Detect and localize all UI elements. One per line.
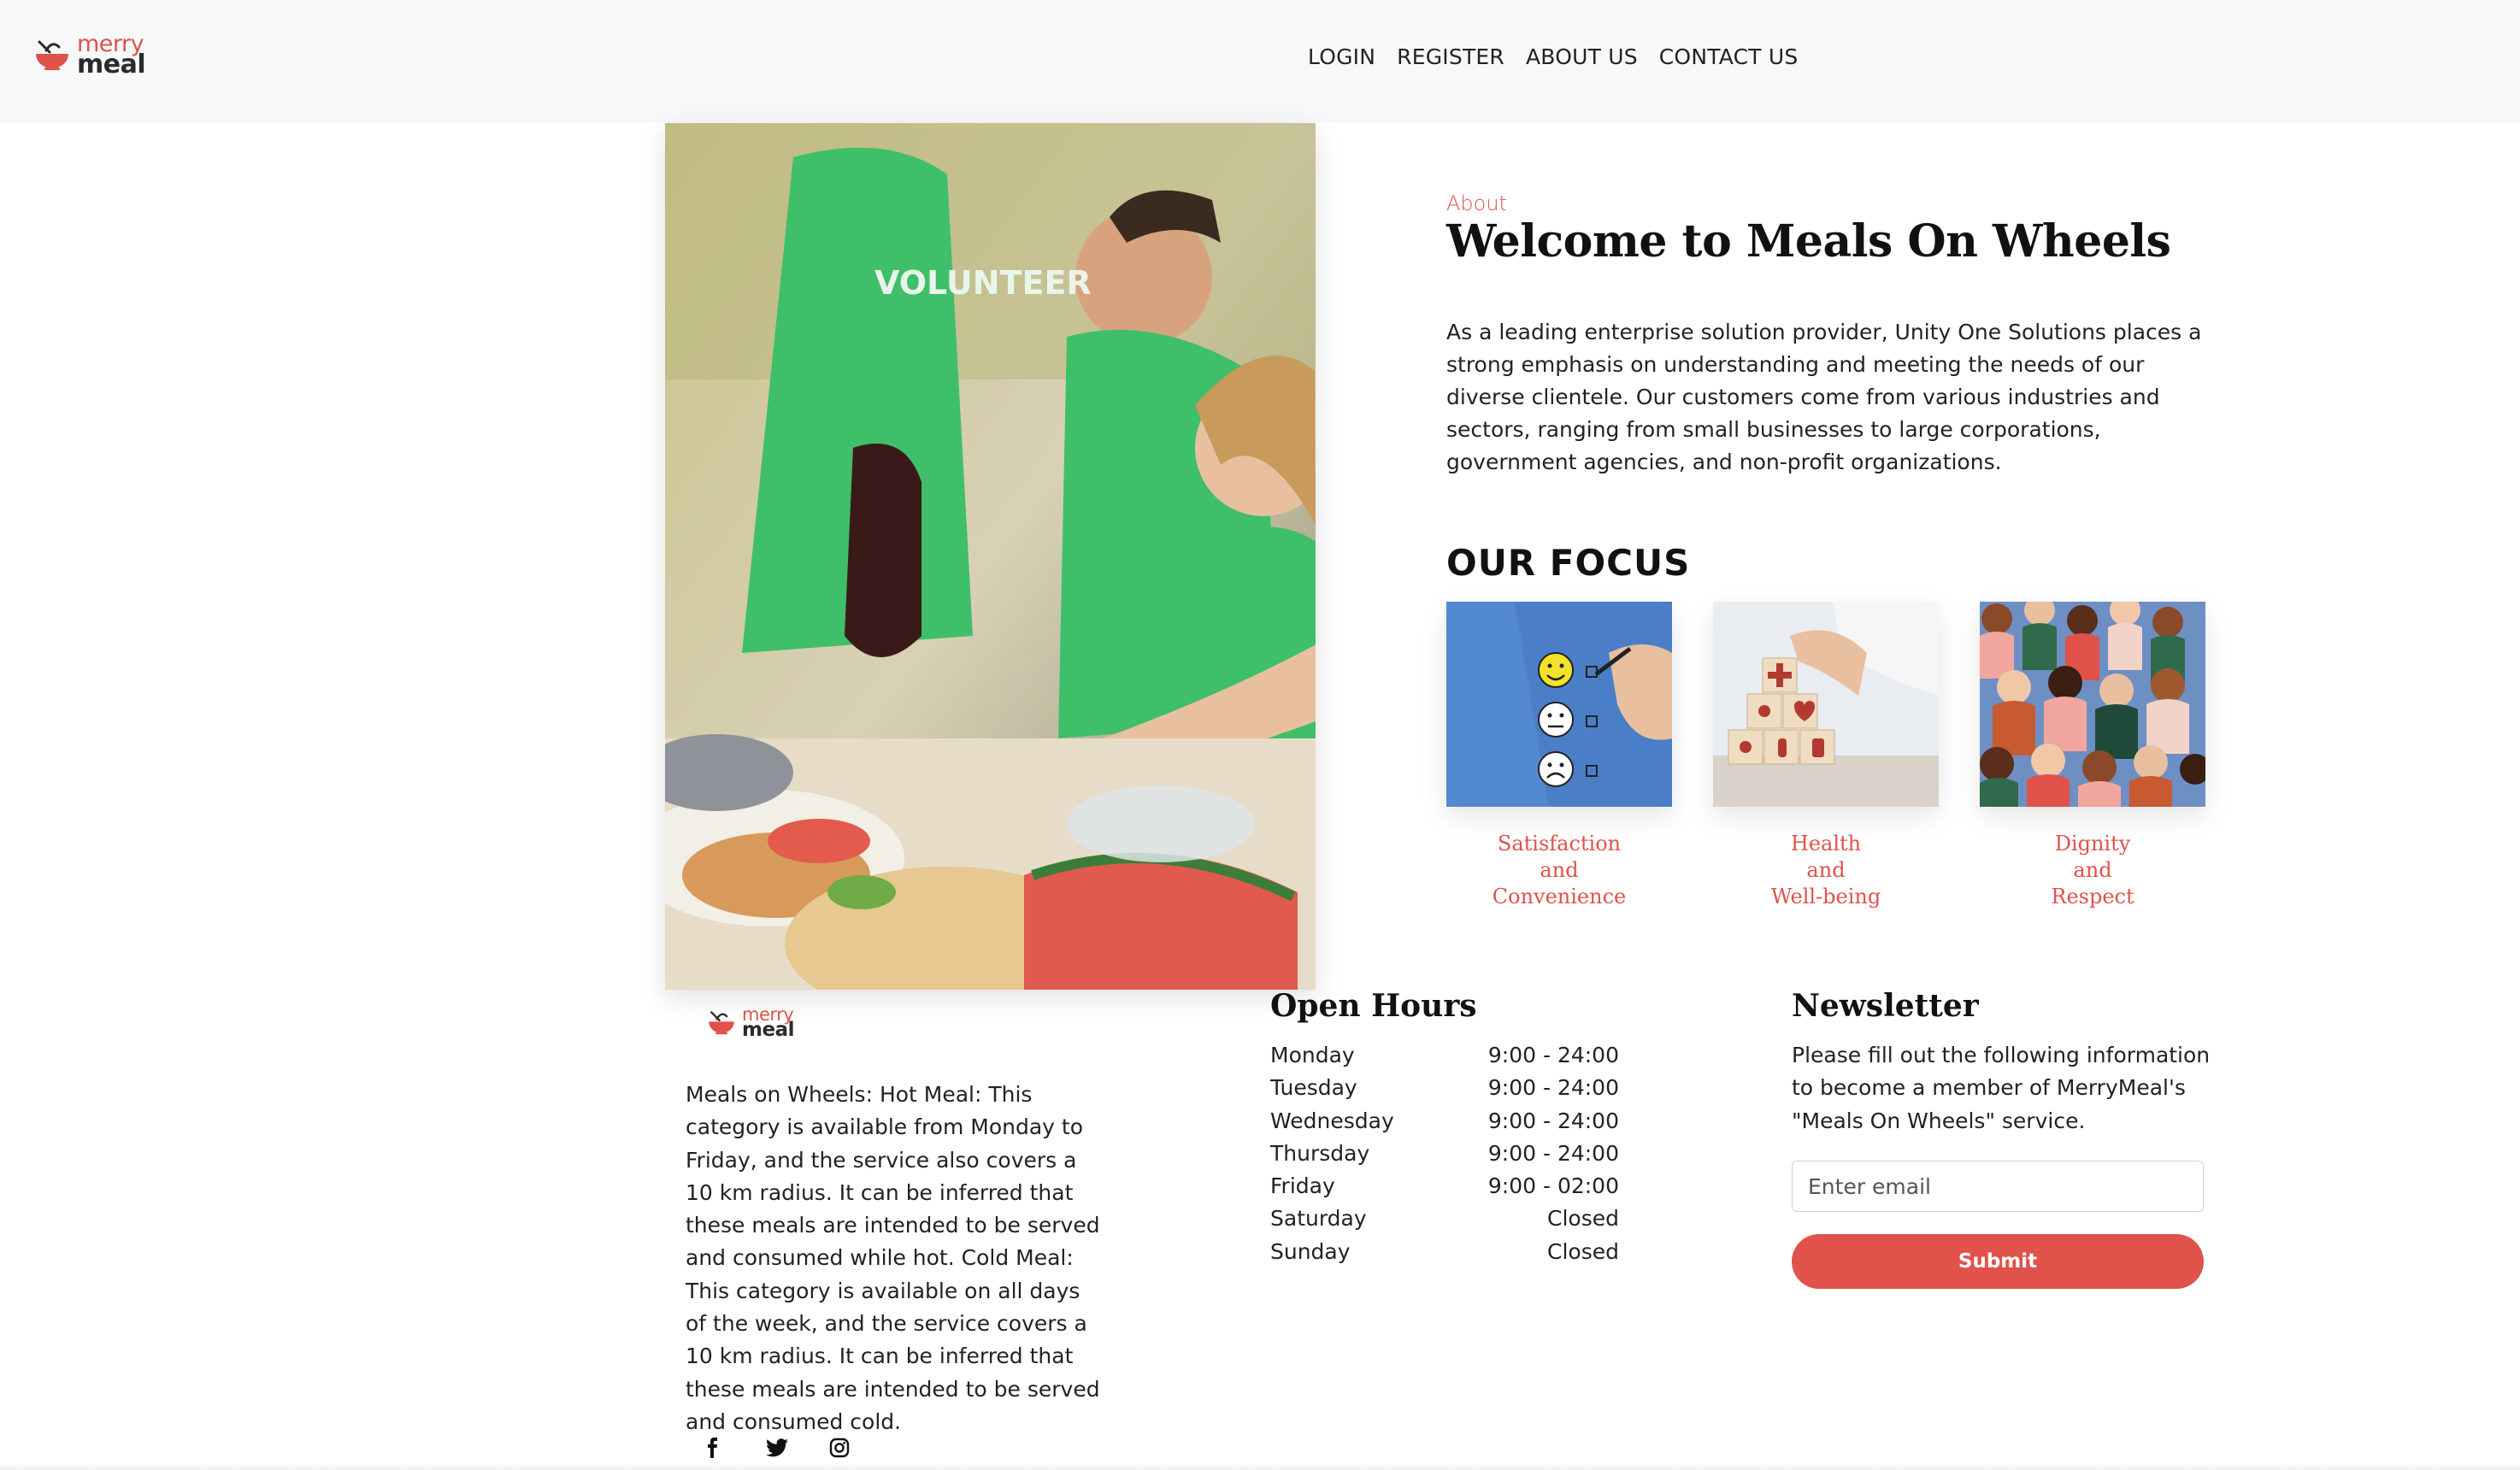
hero-volunteers-image: VOLUNTEER <box>665 123 1316 990</box>
footer-logo[interactable]: merry meal <box>706 1005 794 1042</box>
nav-about-us[interactable]: ABOUT US <box>1526 44 1638 69</box>
newsletter-title: Newsletter <box>1792 988 1979 1024</box>
focus-caption-line: and <box>2073 858 2112 882</box>
hours-time: Closed <box>1547 1206 1619 1232</box>
dignity-image <box>1980 602 2205 807</box>
hours-time: 9:00 - 24:00 <box>1487 1043 1619 1067</box>
instagram-icon[interactable] <box>829 1438 850 1458</box>
footer-description: Meals on Wheels: Hot Meal: This category… <box>686 1082 1100 1434</box>
nav-register[interactable]: REGISTER <box>1397 44 1504 69</box>
about-title: Welcome to Meals On Wheels <box>1446 215 2171 268</box>
focus-card-dignity: Dignity and Respect <box>1980 602 2205 910</box>
hours-day: Tuesday <box>1270 1075 1357 1101</box>
focus-caption-line: Well-being <box>1770 885 1881 908</box>
hours-row: Wednesday 9:00 - 24:00 <box>1270 1105 1619 1138</box>
open-hours-title: Open Hours <box>1270 988 1477 1024</box>
hours-day: Monday <box>1270 1043 1355 1067</box>
facebook-icon[interactable] <box>703 1438 723 1458</box>
newsletter-text: Please fill out the following informatio… <box>1792 1043 2211 1133</box>
focus-caption-line: and <box>1540 858 1579 882</box>
hours-row: Monday 9:00 - 24:00 <box>1270 1039 1619 1072</box>
newsletter-email-input[interactable] <box>1792 1161 2204 1212</box>
logo-line-meal: meal <box>77 50 146 80</box>
satisfaction-image <box>1446 602 1672 807</box>
focus-caption-line: Satisfaction <box>1497 832 1622 856</box>
health-image <box>1713 602 1939 807</box>
nav-login[interactable]: LOGIN <box>1308 44 1375 69</box>
hours-day: Saturday <box>1270 1206 1367 1232</box>
hours-time: 9:00 - 02:00 <box>1487 1173 1619 1199</box>
hours-row: Sunday Closed <box>1270 1236 1619 1268</box>
twitter-icon[interactable] <box>766 1438 788 1458</box>
focus-card-health: Health and Well-being <box>1713 602 1939 910</box>
about-label: About <box>1446 191 1507 215</box>
main-nav: LOGIN REGISTER ABOUT US CONTACT US <box>1308 44 1798 69</box>
bowl-icon <box>709 1011 734 1035</box>
hours-row: Friday 9:00 - 02:00 <box>1270 1170 1619 1202</box>
focus-caption-line: Health <box>1790 832 1862 856</box>
focus-card-satisfaction: Satisfaction and Convenience <box>1446 602 1672 910</box>
page-bottom-shadow <box>0 1463 2520 1470</box>
hours-day: Friday <box>1270 1173 1335 1199</box>
hours-time: 9:00 - 24:00 <box>1487 1140 1619 1166</box>
focus-caption-line: Respect <box>2051 885 2134 908</box>
focus-caption-line: Dignity <box>2054 832 2131 856</box>
hours-time: 9:00 - 24:00 <box>1487 1108 1619 1133</box>
focus-cards: Satisfaction and Convenience Health and … <box>1446 602 2205 910</box>
newsletter-submit-button[interactable]: Submit <box>1792 1234 2204 1289</box>
about-description: As a leading enterprise solution provide… <box>1446 320 2202 474</box>
bowl-icon <box>36 40 68 70</box>
hours-day: Sunday <box>1270 1238 1351 1264</box>
hours-time: Closed <box>1547 1238 1619 1264</box>
nav-contact-us[interactable]: CONTACT US <box>1659 44 1799 69</box>
open-hours-table: Monday 9:00 - 24:00 Tuesday 9:00 - 24:00… <box>1270 1039 1619 1268</box>
focus-caption-line: and <box>1806 858 1846 882</box>
hours-day: Thursday <box>1270 1140 1370 1166</box>
hours-row: Thursday 9:00 - 24:00 <box>1270 1138 1619 1170</box>
focus-title: OUR FOCUS <box>1446 542 1691 584</box>
logo-line-meal: meal <box>742 1019 794 1042</box>
social-links <box>703 1438 850 1458</box>
shirt-text: VOLUNTEER <box>874 264 1092 302</box>
focus-caption-line: Convenience <box>1492 885 1627 908</box>
site-header: merry meal LOGIN REGISTER ABOUT US CONTA… <box>0 0 2520 123</box>
hours-day: Wednesday <box>1270 1108 1394 1133</box>
hours-row: Saturday Closed <box>1270 1202 1619 1235</box>
hours-time: 9:00 - 24:00 <box>1487 1075 1619 1101</box>
site-logo[interactable]: merry meal <box>32 32 146 80</box>
hours-row: Tuesday 9:00 - 24:00 <box>1270 1072 1619 1104</box>
